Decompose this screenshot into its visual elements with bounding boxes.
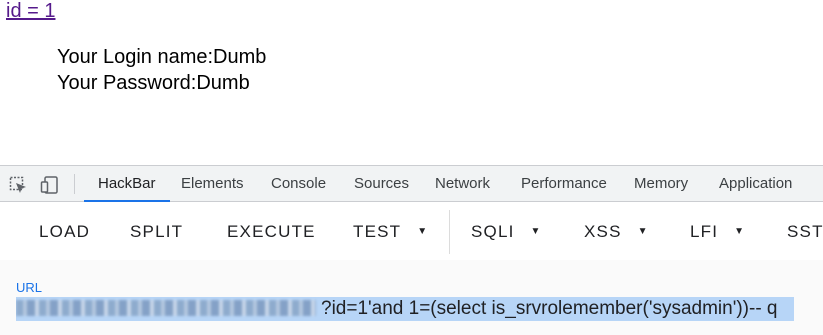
ssti-button-label: SST xyxy=(787,222,823,241)
split-button-label: SPLIT xyxy=(130,222,184,241)
tab-application[interactable]: Application xyxy=(719,166,792,202)
url-query-text: ?id=1'and 1=(select is_srvrolemember('sy… xyxy=(321,298,778,319)
toolbar-divider xyxy=(449,210,450,254)
caret-down-icon: ▼ xyxy=(417,226,428,237)
xss-dropdown-button[interactable]: XSS ▼ xyxy=(584,222,648,242)
device-toggle-icon[interactable] xyxy=(40,175,60,195)
tab-sources[interactable]: Sources xyxy=(354,166,409,202)
url-section: URL ?id=1'and 1=(select is_srvrolemember… xyxy=(0,260,823,335)
xss-button-label: XSS xyxy=(584,222,622,241)
login-name-text: Your Login name:Dumb xyxy=(57,46,267,68)
tab-console[interactable]: Console xyxy=(271,166,326,202)
password-text: Your Password:Dumb xyxy=(57,72,250,94)
lfi-dropdown-button[interactable]: LFI ▼ xyxy=(690,222,744,242)
sqli-button-label: SQLI xyxy=(471,222,515,241)
devtools-panel: HackBar Elements Console Sources Network… xyxy=(0,165,823,335)
lfi-button-label: LFI xyxy=(690,222,719,241)
web-page: id = 1 Your Login name:Dumb Your Passwor… xyxy=(0,0,823,165)
id-link[interactable]: id = 1 xyxy=(6,0,55,23)
url-input[interactable]: ?id=1'and 1=(select is_srvrolemember('sy… xyxy=(16,297,794,321)
sqli-dropdown-button[interactable]: SQLI ▼ xyxy=(471,222,540,242)
split-button[interactable]: SPLIT xyxy=(130,222,183,242)
tab-network[interactable]: Network xyxy=(435,166,490,202)
tab-elements[interactable]: Elements xyxy=(181,166,244,202)
url-label: URL xyxy=(16,280,43,295)
caret-down-icon: ▼ xyxy=(734,226,745,237)
query-result: Your Login name:Dumb Your Password:Dumb xyxy=(57,44,266,96)
redacted-host xyxy=(16,300,316,316)
tab-memory[interactable]: Memory xyxy=(634,166,688,202)
devtools-tab-bar: HackBar Elements Console Sources Network… xyxy=(0,165,823,202)
tab-bar-divider xyxy=(74,174,75,194)
tab-performance[interactable]: Performance xyxy=(521,166,607,202)
load-button[interactable]: LOAD xyxy=(39,222,90,242)
test-dropdown-button[interactable]: TEST ▼ xyxy=(353,222,427,242)
execute-button[interactable]: EXECUTE xyxy=(227,222,316,242)
tab-hackbar[interactable]: HackBar xyxy=(84,166,170,202)
caret-down-icon: ▼ xyxy=(637,226,648,237)
inspect-element-icon[interactable] xyxy=(8,175,28,195)
hackbar-toolbar: LOAD SPLIT EXECUTE TEST ▼ SQLI ▼ XSS ▼ LFI ▼… xyxy=(0,202,823,260)
test-button-label: TEST xyxy=(353,222,402,241)
caret-down-icon: ▼ xyxy=(530,226,541,237)
execute-button-label: EXECUTE xyxy=(227,222,316,241)
ssti-dropdown-button[interactable]: SST xyxy=(787,222,823,242)
load-button-label: LOAD xyxy=(39,222,91,241)
